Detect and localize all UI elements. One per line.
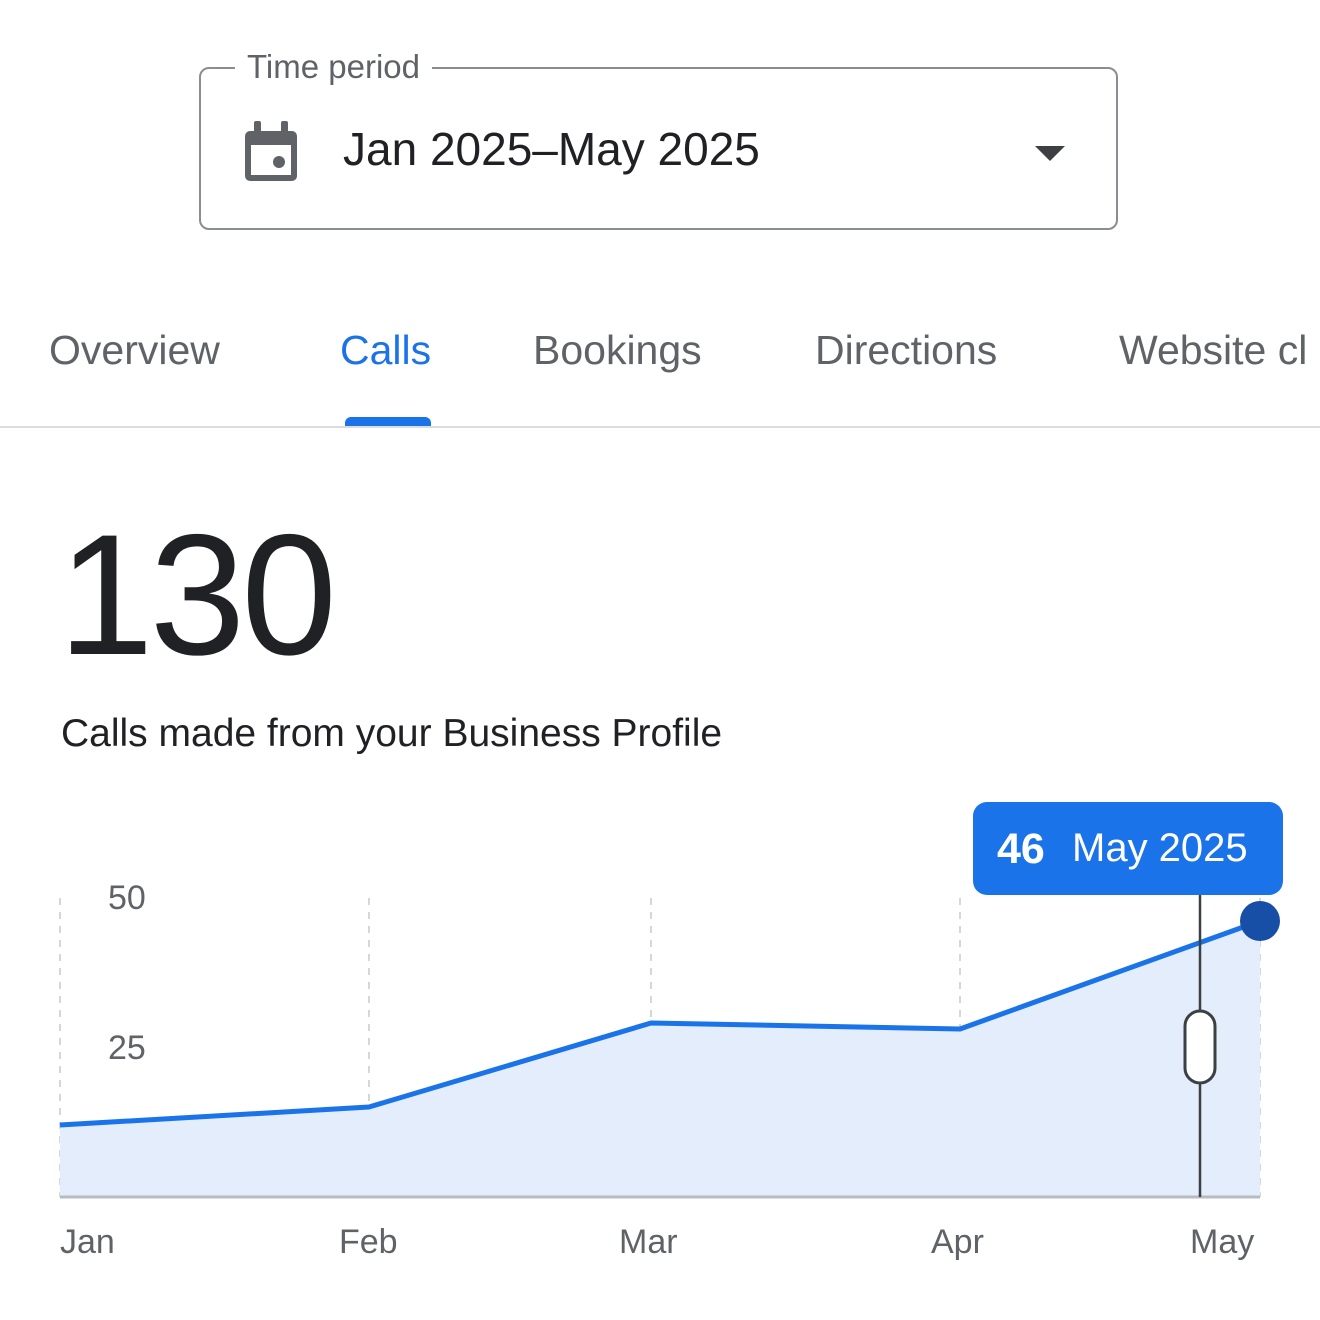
metric-total: 130 [58,499,337,691]
metric-tabs: Overview Calls Bookings Directions Websi… [0,290,1320,428]
tab-directions[interactable]: Directions [815,325,997,375]
chart-y-ticks: 25 50 [108,879,146,1067]
time-period-value: Jan 2025–May 2025 [343,123,760,175]
calendar-icon [245,121,297,181]
tooltip-value: 46 [997,825,1045,873]
tab-bookings[interactable]: Bookings [533,325,702,375]
tooltip-label: May 2025 [1072,826,1248,870]
x-tick-label: May [1190,1223,1254,1261]
x-tick-label: Feb [339,1223,398,1261]
calls-chart: 25 50 Jan Feb Mar Apr May 46 May 2025 [59,802,1283,1261]
chart-point-highlight [1240,901,1280,941]
tab-overview[interactable]: Overview [49,325,220,375]
time-period-label: Time period [235,47,433,87]
time-period-select[interactable]: Time period Jan 2025–May 2025 [199,47,1118,230]
dropdown-arrow-icon[interactable] [1035,146,1065,161]
metric-caption: Calls made from your Business Profile [61,712,723,755]
chart-x-ticks: Jan Feb Mar Apr May [60,1223,1254,1261]
x-tick-label: Apr [931,1223,984,1261]
tabs-divider [0,426,1320,428]
x-tick-label: Jan [60,1223,115,1261]
cursor-handle[interactable] [1183,1009,1217,1085]
x-tick-label: Mar [619,1223,678,1261]
chart-tooltip: 46 May 2025 [973,802,1283,895]
chart-area-fill [60,921,1260,1197]
tab-website-clicks[interactable]: Website cl [1119,325,1307,375]
y-tick-label: 25 [108,1029,146,1067]
y-tick-label: 50 [108,879,146,917]
tab-calls[interactable]: Calls [340,325,431,375]
